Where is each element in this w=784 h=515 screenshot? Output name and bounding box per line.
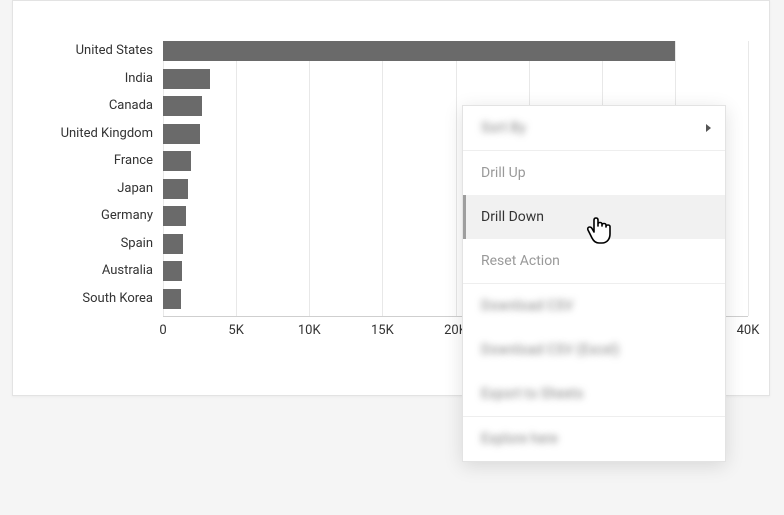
x-tick-label: 10K (298, 323, 321, 338)
bar-row[interactable]: India (163, 69, 748, 89)
bar[interactable] (163, 124, 200, 144)
chevron-right-icon (706, 124, 711, 132)
x-tick-label: 15K (371, 323, 394, 338)
menu-export-sheets[interactable]: Export to Sheets (463, 372, 725, 416)
bar-label: Spain (121, 234, 153, 254)
menu-reset-action-label: Reset Action (481, 253, 560, 269)
bar-label: Australia (102, 261, 153, 281)
x-tick-label: 5K (228, 323, 243, 338)
bar[interactable] (163, 179, 188, 199)
bar-label: India (125, 69, 153, 89)
x-tick-label: 0 (159, 323, 166, 338)
menu-reset-action[interactable]: Reset Action (463, 239, 725, 283)
menu-download-csv-label: Download CSV (481, 298, 573, 314)
menu-sort-by[interactable]: Sort By (463, 106, 725, 150)
context-menu: Sort By Drill Up Drill Down Reset Action… (462, 105, 726, 462)
menu-export-sheets-label: Export to Sheets (481, 386, 583, 402)
bar[interactable] (163, 41, 675, 61)
bar-label: United Kingdom (61, 124, 153, 144)
bar[interactable] (163, 69, 210, 89)
bar[interactable] (163, 234, 183, 254)
grid-line (748, 41, 749, 316)
bar[interactable] (163, 289, 181, 309)
menu-download-csv-excel-label: Download CSV (Excel) (481, 342, 619, 358)
bar-label: Germany (101, 206, 153, 226)
bar-label: France (114, 151, 153, 171)
bar-label: United States (76, 41, 153, 61)
menu-explore[interactable]: Explore here (463, 417, 725, 461)
menu-drill-up-label: Drill Up (481, 165, 526, 181)
menu-explore-label: Explore here (481, 431, 558, 447)
bar-label: Canada (109, 96, 153, 116)
bar[interactable] (163, 151, 191, 171)
menu-sort-by-label: Sort By (481, 120, 526, 136)
menu-drill-up[interactable]: Drill Up (463, 151, 725, 195)
bar[interactable] (163, 261, 182, 281)
menu-drill-down-label: Drill Down (481, 209, 544, 225)
menu-download-csv[interactable]: Download CSV (463, 284, 725, 328)
bar[interactable] (163, 96, 202, 116)
x-tick-label: 40K (737, 323, 760, 338)
bar-label: Japan (117, 179, 153, 199)
bar[interactable] (163, 206, 186, 226)
menu-drill-down[interactable]: Drill Down (463, 195, 725, 239)
bar-row[interactable]: United States (163, 41, 748, 61)
bar-label: South Korea (82, 289, 153, 309)
menu-download-csv-excel[interactable]: Download CSV (Excel) (463, 328, 725, 372)
